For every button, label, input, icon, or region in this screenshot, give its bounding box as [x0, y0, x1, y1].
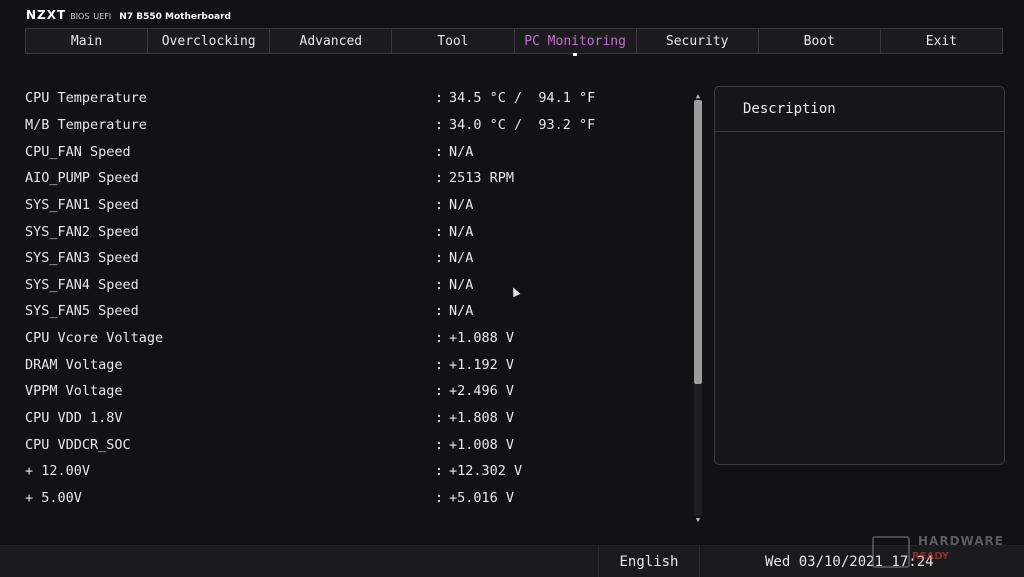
- row-separator: :: [435, 196, 444, 213]
- monitoring-scrollbar[interactable]: ▲ ▼: [693, 92, 703, 524]
- monitor-row-sys-fan5[interactable]: SYS_FAN5 Speed: N/A: [25, 298, 685, 325]
- row-separator: :: [435, 436, 444, 453]
- scroll-down-arrow-icon[interactable]: ▼: [693, 516, 703, 524]
- row-label: VPPM Voltage: [25, 383, 123, 400]
- nzxt-logo: NZXT: [26, 8, 67, 22]
- row-value: N/A: [449, 143, 474, 160]
- watermark-text: HARDWARE: [918, 534, 1004, 548]
- monitor-row-sys-fan4[interactable]: SYS_FAN4 Speed: N/A: [25, 271, 685, 298]
- row-label: SYS_FAN4 Speed: [25, 276, 139, 293]
- uefi-label: UEFI: [93, 12, 112, 21]
- monitor-row-dram-voltage[interactable]: DRAM Voltage: +1.192 V: [25, 351, 685, 378]
- row-separator: :: [435, 489, 444, 506]
- monitoring-list: CPU Temperature:34.5 °C / 94.1 °F M/B Te…: [25, 85, 685, 511]
- monitor-row-cpu-temperature[interactable]: CPU Temperature:34.5 °C / 94.1 °F: [25, 85, 685, 112]
- row-value: N/A: [449, 196, 474, 213]
- row-label: CPU_FAN Speed: [25, 143, 131, 160]
- bios-brand: NZXT BIOS UEFI N7 B550 Motherboard: [26, 8, 231, 22]
- tab-security[interactable]: Security: [637, 29, 759, 53]
- row-separator: :: [435, 383, 444, 400]
- scrollbar-track[interactable]: [694, 100, 702, 516]
- row-separator: :: [435, 330, 444, 347]
- row-label: DRAM Voltage: [25, 356, 123, 373]
- row-value: +1.808 V: [449, 410, 515, 426]
- monitor-row-sys-fan1[interactable]: SYS_FAN1 Speed: N/A: [25, 192, 685, 219]
- description-title: Description: [715, 87, 1004, 132]
- row-value: 34.5 °C / 94.1 °F: [449, 90, 596, 107]
- row-label: M/B Temperature: [25, 116, 147, 133]
- monitor-row-cpu-vdd[interactable]: CPU VDD 1.8V: +1.808 V: [25, 405, 685, 432]
- scroll-up-arrow-icon[interactable]: ▲: [693, 92, 703, 100]
- motherboard-model: N7 B550 Motherboard: [119, 12, 231, 22]
- tab-boot[interactable]: Boot: [759, 29, 881, 53]
- row-value: 2513 RPM: [449, 170, 515, 187]
- row-separator: :: [435, 463, 444, 480]
- row-separator: :: [435, 223, 444, 240]
- row-separator: :: [435, 143, 444, 160]
- bios-label: BIOS: [70, 12, 90, 21]
- monitor-row-5v[interactable]: + 5.00V: +5.016 V: [25, 485, 685, 512]
- row-separator: :: [435, 116, 444, 133]
- row-separator: :: [435, 250, 444, 267]
- row-separator: :: [435, 410, 444, 426]
- tab-main[interactable]: Main: [26, 29, 149, 53]
- monitor-row-cpu-fan[interactable]: CPU_FAN Speed: N/A: [25, 138, 685, 165]
- row-separator: :: [435, 170, 444, 187]
- row-label: + 12.00V: [25, 463, 91, 480]
- tab-overclocking[interactable]: Overclocking: [148, 29, 271, 53]
- monitor-row-aio-pump[interactable]: AIO_PUMP Speed:2513 RPM: [25, 165, 685, 192]
- row-label: AIO_PUMP Speed: [25, 170, 139, 187]
- row-value: 34.0 °C / 93.2 °F: [449, 116, 596, 133]
- row-value: +12.302 V: [449, 463, 523, 480]
- row-label: CPU Temperature: [25, 90, 147, 107]
- row-separator: :: [435, 90, 444, 107]
- row-value: +5.016 V: [449, 489, 515, 506]
- row-value: N/A: [449, 223, 474, 240]
- watermark-logo: HARDWARE READY: [872, 534, 1012, 570]
- row-value: +2.496 V: [449, 383, 515, 400]
- row-label: SYS_FAN3 Speed: [25, 250, 139, 267]
- status-bar: English Wed 03/10/2021 17:24: [0, 545, 1024, 577]
- row-label: CPU Vcore Voltage: [25, 330, 164, 347]
- tab-advanced[interactable]: Advanced: [270, 29, 393, 53]
- row-label: + 5.00V: [25, 489, 82, 506]
- row-label: SYS_FAN5 Speed: [25, 303, 139, 320]
- row-value: N/A: [449, 303, 474, 320]
- tab-pc-monitoring[interactable]: PC Monitoring: [515, 29, 637, 56]
- language-selector[interactable]: English: [598, 546, 700, 577]
- row-value: +1.008 V: [449, 436, 515, 453]
- row-label: SYS_FAN2 Speed: [25, 223, 139, 240]
- monitor-row-mb-temperature[interactable]: M/B Temperature:34.0 °C / 93.2 °F: [25, 112, 685, 139]
- monitor-row-sys-fan2[interactable]: SYS_FAN2 Speed: N/A: [25, 218, 685, 245]
- tab-exit[interactable]: Exit: [881, 29, 1002, 53]
- watermark-ready: READY: [912, 551, 950, 562]
- monitor-row-12v[interactable]: + 12.00V: +12.302 V: [25, 458, 685, 485]
- watermark-box-icon: [872, 536, 910, 568]
- row-label: CPU VDD 1.8V: [25, 410, 123, 426]
- row-value: +1.192 V: [449, 356, 515, 373]
- row-value: +1.088 V: [449, 330, 515, 347]
- row-separator: :: [435, 303, 444, 320]
- row-label: CPU VDDCR_SOC: [25, 436, 131, 453]
- row-label: SYS_FAN1 Speed: [25, 196, 139, 213]
- scrollbar-thumb[interactable]: [694, 100, 702, 384]
- row-separator: :: [435, 356, 444, 373]
- row-value: N/A: [449, 250, 474, 267]
- tab-tool[interactable]: Tool: [392, 29, 515, 53]
- row-separator: :: [435, 276, 444, 293]
- main-tab-bar: Main Overclocking Advanced Tool PC Monit…: [25, 28, 1003, 56]
- monitor-row-sys-fan3[interactable]: SYS_FAN3 Speed: N/A: [25, 245, 685, 272]
- monitor-row-vppm-voltage[interactable]: VPPM Voltage: +2.496 V: [25, 378, 685, 405]
- row-value: N/A: [449, 276, 474, 293]
- monitor-row-cpu-vcore[interactable]: CPU Vcore Voltage: +1.088 V: [25, 325, 685, 352]
- description-panel: Description: [714, 86, 1005, 465]
- monitor-row-cpu-vddcr-soc[interactable]: CPU VDDCR_SOC: +1.008 V: [25, 431, 685, 458]
